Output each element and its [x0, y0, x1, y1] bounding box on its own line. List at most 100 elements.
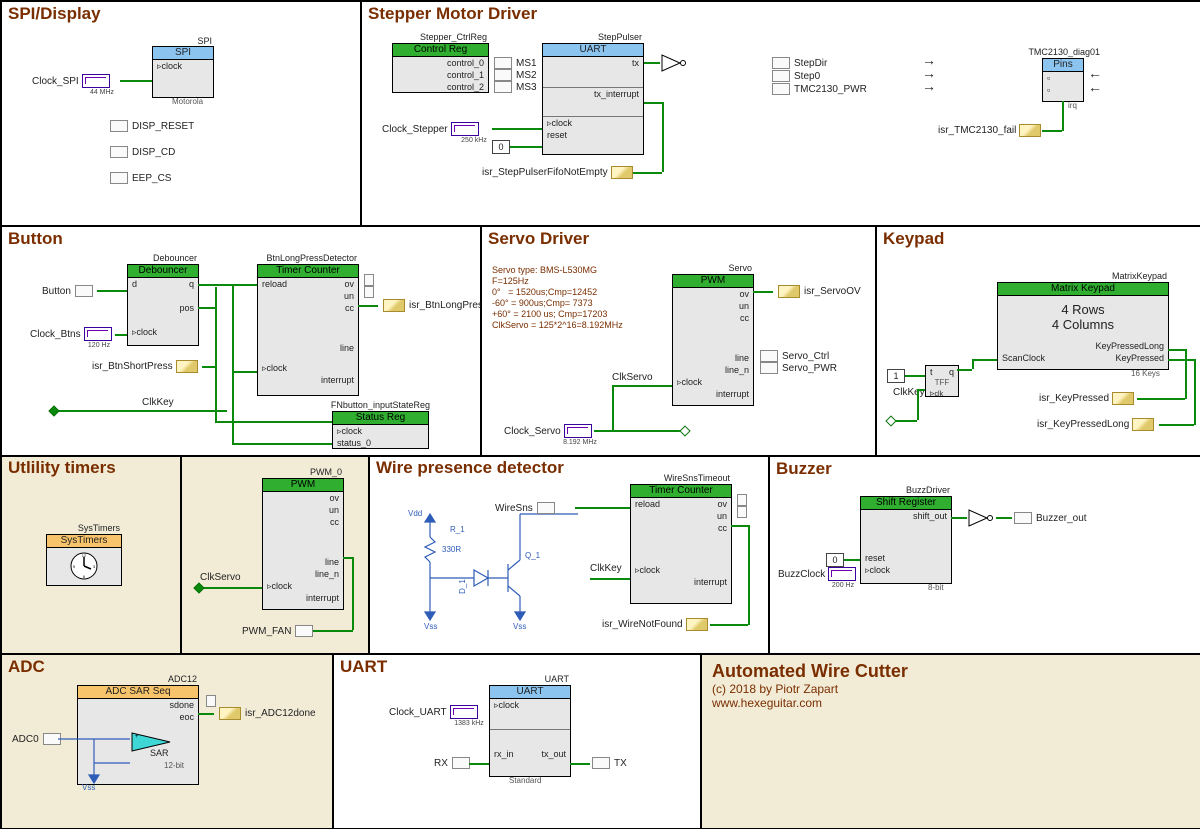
vss: Vss	[424, 622, 437, 631]
pin-icon	[75, 285, 93, 297]
pin-icon	[110, 172, 128, 184]
isr-icon	[176, 360, 198, 373]
pin-icon	[772, 70, 790, 82]
isr-icon	[1112, 392, 1134, 405]
wire	[343, 557, 352, 559]
wire	[1194, 359, 1196, 425]
pin-label: TMC2130_PWR	[794, 84, 867, 95]
port: cc	[718, 522, 727, 534]
cmp-tff: tq TFF ▹clk	[925, 365, 959, 397]
wire	[570, 763, 590, 765]
pin-icon	[737, 506, 747, 518]
cmp-shiftreg: Shift Register shift_out reset ▹clock	[860, 496, 952, 584]
cmp-hdr: Status Reg	[333, 412, 428, 425]
clkrate: 120 Hz	[84, 342, 114, 349]
adc-analog-wire	[58, 733, 138, 793]
wire	[232, 284, 234, 444]
cmp-hdr: Debouncer	[128, 265, 198, 278]
inst: ADC12	[77, 674, 197, 684]
inst: FNbutton_inputStateReg	[320, 400, 430, 410]
port: clock	[552, 118, 573, 128]
zero: 0	[492, 140, 510, 154]
port: tx	[632, 57, 639, 87]
arrow-icon: →	[922, 81, 936, 91]
isr: isr_WireNotFound	[602, 618, 708, 631]
port: control_0	[447, 57, 484, 69]
isr-label: isr_BtnLongPress	[409, 300, 488, 311]
wire	[57, 410, 227, 412]
clock-icon	[82, 74, 110, 88]
port: clock	[640, 565, 661, 575]
pin-label: MS2	[516, 70, 537, 81]
pin-label: Step0	[794, 71, 820, 82]
arrow-icon: →	[922, 55, 936, 65]
cmp-hdr: SysTimers	[47, 535, 121, 548]
vss: Vss	[513, 622, 526, 631]
wire	[1168, 349, 1186, 351]
pin: RX	[434, 757, 470, 769]
wire	[198, 284, 257, 286]
wire	[313, 630, 353, 632]
cmp-spi: SPI ▹clock	[152, 46, 214, 98]
std-label: Standard	[509, 776, 541, 785]
clock-icon	[84, 327, 112, 341]
port: eoc	[179, 711, 194, 723]
port: shift_out	[913, 510, 947, 538]
port: rx_in	[494, 748, 514, 760]
inst: BuzzDriver	[860, 485, 950, 495]
inst: TMC2130_diag01	[1020, 47, 1100, 57]
wire	[198, 307, 216, 309]
isr-label: isr_BtnShortPress	[92, 361, 173, 372]
port: un	[739, 300, 749, 312]
wire	[469, 763, 489, 765]
panel-keypad: Keypad MatrixKeypad Matrix Keypad 4 Rows…	[876, 226, 1200, 456]
panel-info: Automated Wire Cutter (c) 2018 by Piotr …	[701, 654, 1200, 829]
isr-label: isr_TMC2130_fail	[938, 125, 1016, 136]
port: interrupt	[321, 374, 354, 386]
pin	[364, 286, 378, 298]
pin: EEP_CS	[110, 172, 171, 184]
pin-icon	[110, 146, 128, 158]
pin-label: Button	[42, 286, 71, 297]
wire	[1042, 130, 1062, 132]
pin-label: ADC0	[12, 734, 39, 745]
pin-label: Servo_Ctrl	[782, 351, 829, 362]
pin: MS1	[494, 57, 537, 69]
pin-label: DISP_RESET	[132, 121, 194, 132]
wire	[232, 443, 332, 445]
pin-icon	[110, 120, 128, 132]
r1: R_1	[450, 525, 465, 534]
port: KeyPressedLong	[1095, 340, 1164, 352]
clock-icon	[450, 705, 478, 719]
isr-label: isr_KeyPressed	[1039, 393, 1109, 404]
inst: Stepper_CtrlReg	[392, 32, 487, 42]
wire	[905, 375, 925, 377]
pin-label: Servo_PWR	[782, 363, 837, 374]
pin: TMC2130_PWR	[772, 83, 867, 95]
port: un	[717, 510, 727, 522]
wire	[198, 713, 214, 715]
pin	[737, 494, 751, 506]
port: q	[949, 366, 954, 378]
port: KeyPressed	[1115, 352, 1164, 364]
net-label: ClkServo	[612, 372, 653, 383]
vss: Vss	[82, 783, 95, 792]
cmp-hdr: Control Reg	[393, 44, 488, 57]
port: clock	[267, 363, 288, 373]
clock-icon	[451, 122, 479, 136]
port: status_0	[337, 437, 371, 449]
cmp-systimers: SysTimers 12 3 6 9	[46, 534, 122, 586]
wire	[612, 385, 614, 431]
inst: UART	[489, 674, 569, 684]
wire	[215, 287, 217, 422]
port: cc	[345, 302, 354, 314]
port: clock	[272, 581, 293, 591]
panel-title: SPI/Display	[8, 4, 101, 24]
wire	[957, 369, 972, 371]
bits: 12-bit	[164, 761, 184, 770]
pin-icon	[295, 625, 313, 637]
wire	[1159, 424, 1194, 426]
wire	[358, 305, 378, 307]
pin: TX	[592, 757, 627, 769]
wire	[510, 146, 542, 148]
